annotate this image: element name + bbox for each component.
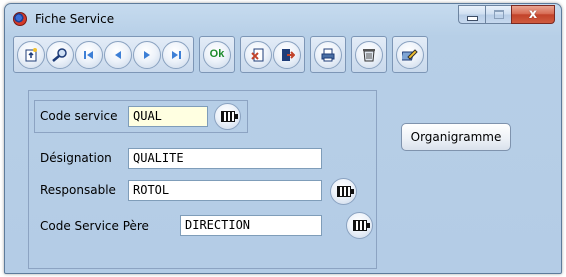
previous-record-icon — [115, 50, 121, 59]
window-title: Fiche Service — [35, 12, 115, 26]
first-record-icon — [84, 50, 93, 59]
next-record-icon — [144, 50, 150, 59]
maximize-icon — [493, 10, 504, 19]
toolbar-group-delete — [351, 36, 387, 73]
print-button[interactable] — [314, 40, 342, 69]
close-button[interactable]: x — [511, 5, 555, 24]
previous-record-button[interactable] — [104, 40, 132, 69]
trash-icon — [363, 48, 375, 61]
lookup-icon — [336, 186, 354, 197]
code-service-lookup-button[interactable] — [214, 103, 241, 130]
toolbar: Ok — [13, 35, 433, 74]
toolbar-group-validate: Ok — [199, 36, 235, 73]
search-icon — [52, 47, 67, 62]
last-record-icon — [172, 50, 181, 59]
search-button[interactable] — [46, 40, 74, 69]
responsable-field[interactable]: ROTOL — [128, 180, 322, 201]
code-service-label: Code service — [40, 109, 118, 123]
toolbar-group-cancel-exit — [240, 36, 305, 73]
toolbar-group-navigation — [13, 36, 194, 73]
window-controls: x — [458, 5, 555, 24]
next-record-button[interactable] — [133, 40, 161, 69]
designation-field[interactable]: QUALITE — [128, 148, 322, 169]
designation-label: Désignation — [40, 151, 112, 165]
organigramme-button[interactable]: Organigramme — [401, 123, 511, 151]
cancel-icon — [251, 48, 264, 61]
minimize-button[interactable] — [458, 5, 485, 24]
first-record-button[interactable] — [75, 40, 103, 69]
code-service-pere-label: Code Service Père — [40, 219, 149, 233]
new-record-button[interactable] — [17, 40, 45, 69]
code-service-pere-field[interactable]: DIRECTION — [180, 215, 322, 236]
delete-button[interactable] — [355, 40, 383, 69]
exit-icon — [282, 48, 295, 61]
toolbar-group-notes — [392, 36, 428, 73]
responsable-lookup-button[interactable] — [330, 178, 357, 205]
exit-button[interactable] — [273, 40, 301, 69]
ok-label: Ok — [209, 48, 225, 60]
close-icon: x — [528, 7, 538, 22]
responsable-label: Responsable — [40, 183, 116, 197]
toolbar-group-print — [310, 36, 346, 73]
last-record-button[interactable] — [162, 40, 190, 69]
app-icon — [13, 12, 27, 26]
notes-button[interactable] — [396, 40, 424, 69]
ok-button[interactable]: Ok — [203, 40, 231, 69]
code-service-pere-lookup-button[interactable] — [346, 212, 373, 239]
lookup-icon — [352, 220, 370, 231]
cancel-button[interactable] — [244, 40, 272, 69]
code-service-field[interactable]: QUAL — [128, 106, 208, 127]
notebook-pencil-icon — [402, 48, 418, 60]
minimize-icon — [466, 15, 478, 21]
maximize-button[interactable] — [485, 5, 511, 24]
title-bar[interactable]: Fiche Service x — [5, 4, 561, 34]
printer-icon — [321, 48, 335, 61]
new-record-icon — [25, 47, 37, 61]
lookup-icon — [220, 111, 238, 122]
